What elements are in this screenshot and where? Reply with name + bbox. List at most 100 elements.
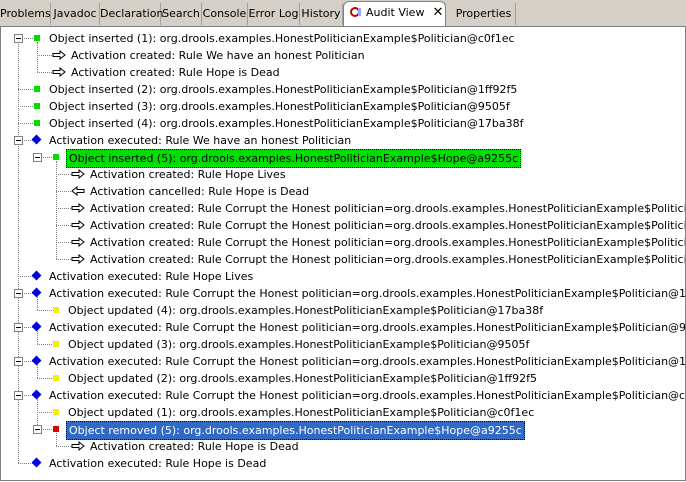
tree-row[interactable]: Object inserted (3): org.drools.examples… — [1, 98, 685, 115]
activation-created-icon — [71, 441, 85, 451]
collapse-toggle-icon[interactable] — [14, 136, 23, 145]
tree-row-label: Activation created: Rule We have an hone… — [71, 49, 365, 62]
tree-connector — [37, 412, 52, 413]
tree-row[interactable]: Activation created: Rule We have an hone… — [1, 47, 685, 64]
tree-row[interactable]: Activation created: Rule Corrupt the Hon… — [1, 200, 685, 217]
tree-row[interactable]: Activation executed: Rule Corrupt the Ho… — [1, 387, 685, 404]
activation-executed-icon — [31, 134, 42, 145]
tab-properties[interactable]: Properties — [452, 3, 516, 25]
tree-row[interactable]: Object inserted (4): org.drools.examples… — [1, 115, 685, 132]
tree-row[interactable]: Activation executed: Rule We have an hon… — [1, 132, 685, 149]
object-updated-icon — [53, 307, 59, 313]
tab-audit-view[interactable]: Audit View ✕ — [343, 1, 446, 26]
tree-row-label: Activation executed: Rule Corrupt the Ho… — [49, 355, 686, 368]
tree-row[interactable]: Activation executed: Rule Hope is Dead — [1, 455, 685, 472]
tab-problems[interactable]: Problems — [0, 3, 51, 25]
collapse-toggle-icon[interactable] — [33, 425, 42, 434]
tree-row[interactable]: Activation created: Rule Hope is Dead — [1, 438, 685, 455]
tree-row-label: Activation executed: Rule We have an hon… — [49, 134, 352, 147]
collapse-toggle-icon[interactable] — [33, 153, 42, 162]
tree-row-label: Activation created: Rule Hope is Dead — [90, 440, 299, 453]
tree-row[interactable]: Activation executed: Rule Corrupt the Ho… — [1, 319, 685, 336]
tab-label: Declaration — [100, 7, 164, 20]
tree-row[interactable]: Object inserted (1): org.drools.examples… — [1, 30, 685, 47]
tree-row-label: Activation executed: Rule Corrupt the Ho… — [49, 321, 686, 334]
tree-row-label: Activation executed: Rule Corrupt the Ho… — [49, 287, 686, 300]
tab-history[interactable]: History — [300, 3, 343, 25]
tree-row[interactable]: Object updated (3): org.drools.examples.… — [1, 336, 685, 353]
tree-row[interactable]: Activation executed: Rule Corrupt the Ho… — [1, 353, 685, 370]
tree-row[interactable]: Activation created: Rule Corrupt the Hon… — [1, 217, 685, 234]
tab-declaration[interactable]: Declaration — [100, 3, 164, 25]
tree-row[interactable]: Object removed (5): org.drools.examples.… — [1, 421, 685, 440]
tab-console[interactable]: Console — [202, 3, 248, 25]
tab-search[interactable]: Search — [161, 3, 202, 25]
activation-created-icon — [52, 67, 66, 77]
collapse-toggle-icon[interactable] — [14, 289, 23, 298]
tree-row-label: Object inserted (1): org.drools.examples… — [49, 32, 515, 45]
activation-executed-icon — [31, 321, 42, 332]
tab-label: Console — [202, 7, 247, 20]
tree-row-label: Activation created: Rule Hope is Dead — [71, 66, 280, 79]
collapse-toggle-icon[interactable] — [14, 391, 23, 400]
tree-row-label: Object inserted (2): org.drools.examples… — [49, 83, 518, 96]
tree-row-label: Activation created: Rule Corrupt the Hon… — [90, 236, 686, 249]
tree-connector — [18, 276, 33, 277]
tree-connector — [56, 174, 71, 175]
activation-cancelled-icon — [71, 186, 85, 196]
audit-tree[interactable]: Object inserted (1): org.drools.examples… — [0, 27, 686, 481]
tab-label: History — [301, 7, 341, 20]
object-updated-icon — [53, 409, 59, 415]
audit-view-icon — [350, 7, 361, 17]
tree-row-label: Activation executed: Rule Hope is Dead — [49, 457, 267, 470]
close-icon[interactable]: ✕ — [432, 2, 443, 24]
tree-connector — [56, 208, 71, 209]
object-updated-icon — [53, 341, 59, 347]
tab-label: Search — [162, 7, 200, 20]
tree-row[interactable]: Activation executed: Rule Hope Lives — [1, 268, 685, 285]
tab-javadoc[interactable]: Javadoc — [51, 3, 100, 25]
object-removed-icon — [53, 426, 59, 432]
tree-row-label: Activation created: Rule Hope Lives — [90, 168, 286, 181]
tree-row[interactable]: Activation created: Rule Corrupt the Hon… — [1, 251, 685, 268]
tree-connector — [18, 123, 33, 124]
object-inserted-icon — [34, 35, 40, 41]
tree-row[interactable]: Activation created: Rule Hope Lives — [1, 166, 685, 183]
activation-executed-icon — [31, 287, 42, 298]
tree-row[interactable]: Object inserted (2): org.drools.examples… — [1, 81, 685, 98]
tree-row-label: Object inserted (3): org.drools.examples… — [49, 100, 510, 113]
collapse-toggle-icon[interactable] — [14, 357, 23, 366]
tree-row[interactable]: Object updated (2): org.drools.examples.… — [1, 370, 685, 387]
tree-row[interactable]: Object updated (1): org.drools.examples.… — [1, 404, 685, 421]
activation-executed-icon — [31, 457, 42, 468]
tree-row-label: Activation created: Rule Corrupt the Hon… — [90, 202, 685, 215]
tree-connector — [18, 106, 33, 107]
tab-label: Javadoc — [53, 7, 97, 20]
activation-executed-icon — [31, 355, 42, 366]
tree-row[interactable]: Object inserted (5): org.drools.examples… — [1, 149, 685, 168]
activation-created-icon — [71, 254, 85, 264]
tree-row[interactable]: Activation executed: Rule Corrupt the Ho… — [1, 285, 685, 302]
tab-label: Problems — [0, 7, 51, 20]
tree-row-label: Object updated (3): org.drools.examples.… — [68, 338, 530, 351]
tree-connector — [37, 378, 52, 379]
collapse-toggle-icon[interactable] — [14, 34, 23, 43]
collapse-toggle-icon[interactable] — [14, 323, 23, 332]
tree-row-label: Object inserted (4): org.drools.examples… — [49, 117, 524, 130]
tree-row[interactable]: Activation cancelled: Rule Hope is Dead — [1, 183, 685, 200]
tree-row[interactable]: Activation created: Rule Corrupt the Hon… — [1, 234, 685, 251]
object-inserted-icon — [53, 154, 59, 160]
view-tab-bar: Problems Javadoc Declaration Search Cons… — [0, 0, 686, 27]
object-inserted-icon — [34, 86, 40, 92]
activation-created-icon — [71, 237, 85, 247]
tree-row[interactable]: Object updated (4): org.drools.examples.… — [1, 302, 685, 319]
tab-error-log[interactable]: Error Log — [248, 3, 300, 25]
tree-connector — [56, 446, 71, 447]
tree-row-label: Activation executed: Rule Corrupt the Ho… — [49, 389, 686, 402]
tree-row-label: Activation executed: Rule Hope Lives — [49, 270, 254, 283]
activation-created-icon — [71, 220, 85, 230]
tree-connector — [37, 310, 52, 311]
tree-row[interactable]: Activation created: Rule Hope is Dead — [1, 64, 685, 81]
tree-row-label: Object updated (2): org.drools.examples.… — [68, 372, 537, 385]
tab-label: Properties — [455, 7, 512, 20]
